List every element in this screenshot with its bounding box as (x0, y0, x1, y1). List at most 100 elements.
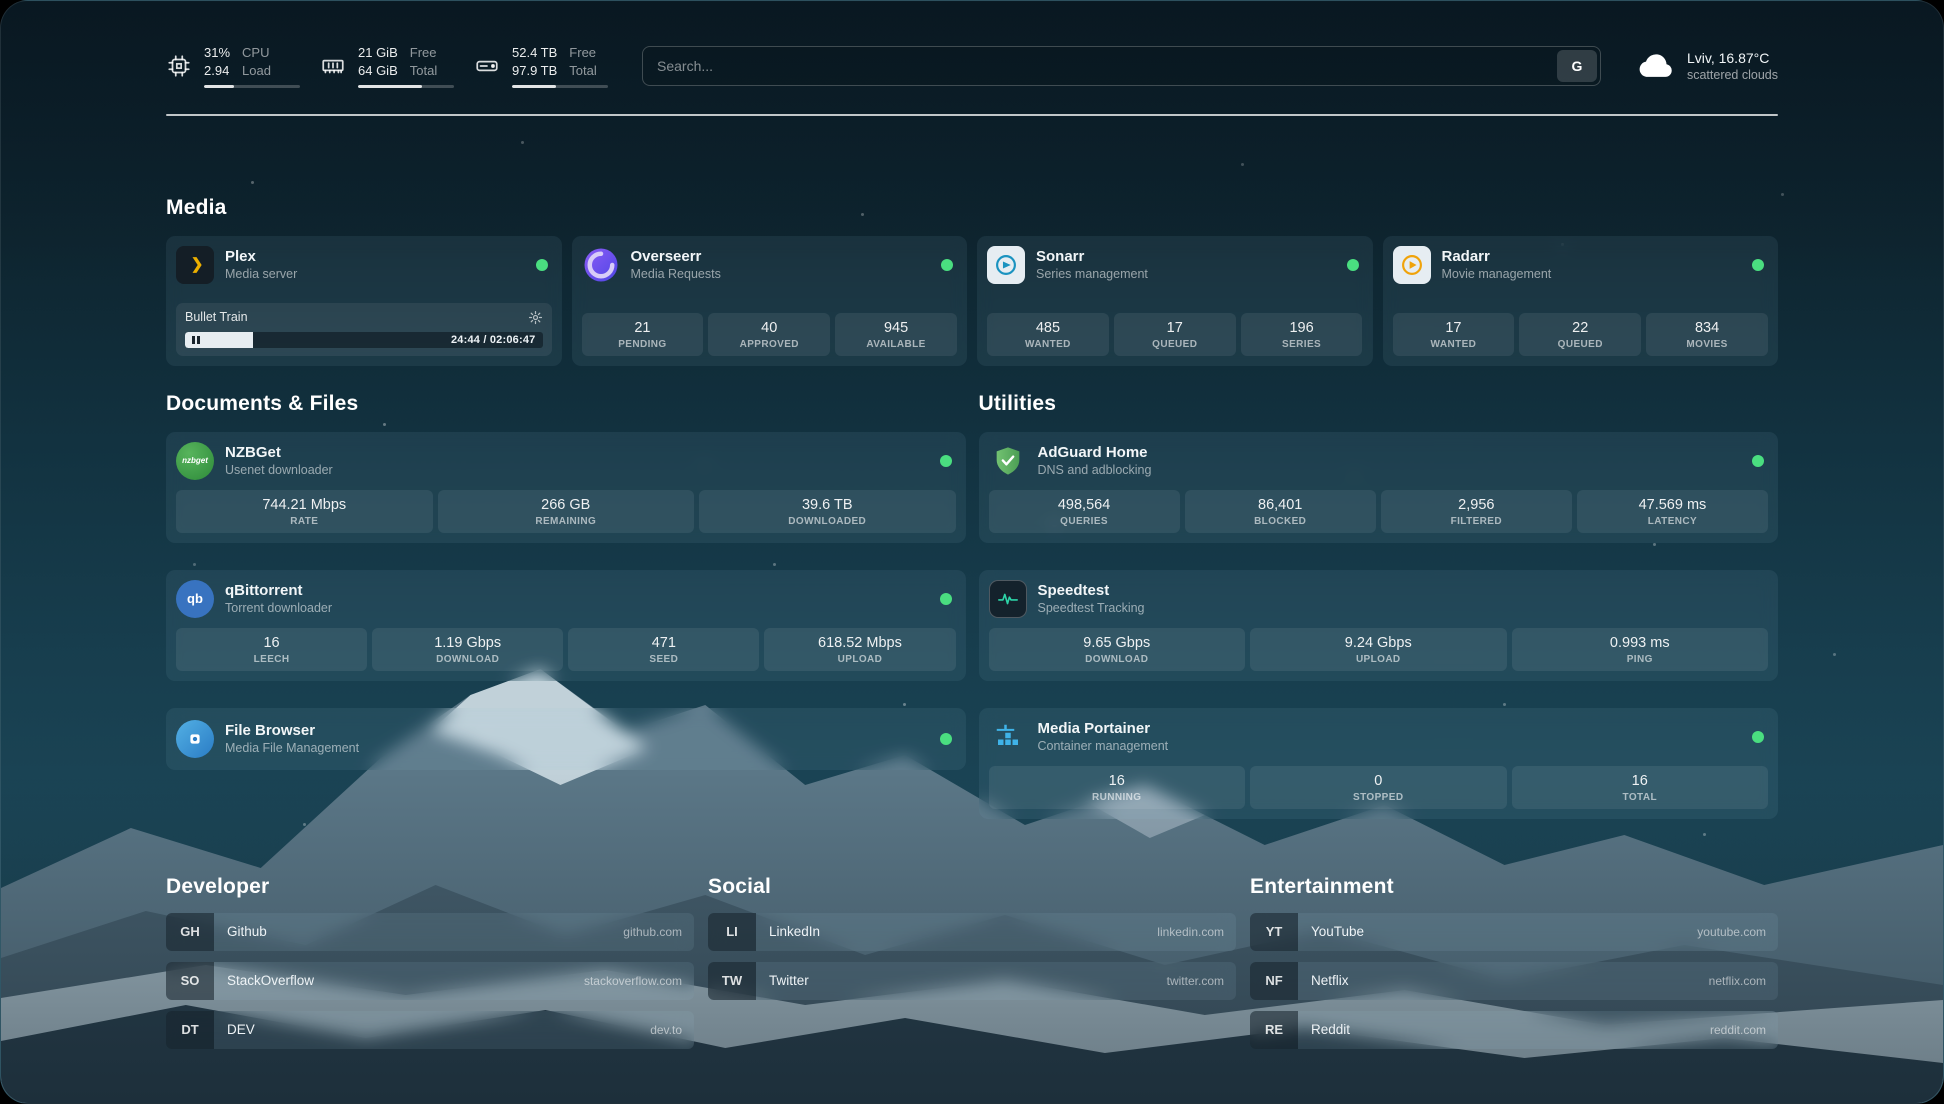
search-input[interactable] (643, 50, 1557, 82)
bookmark-abbr: TW (708, 962, 756, 1000)
service-description: Movie management (1442, 267, 1742, 281)
memory-free-label: Free (410, 45, 437, 61)
bookmark-name: Netflix (1298, 973, 1709, 988)
stat-block: 17 QUEUED (1114, 313, 1236, 356)
stat-block: 2,956 FILTERED (1381, 490, 1572, 533)
stat-label: WANTED (1397, 339, 1511, 350)
memory-free-value: 21 GiB (358, 45, 398, 61)
stat-block: 0 STOPPED (1250, 766, 1507, 809)
stat-label: FILTERED (1385, 516, 1568, 527)
portainer-icon (989, 718, 1027, 756)
pause-icon[interactable] (192, 336, 200, 344)
stat-block: 47.569 ms LATENCY (1577, 490, 1768, 533)
section-title-documents: Documents & Files (166, 392, 966, 416)
stat-block: 1.19 Gbps DOWNLOAD (372, 628, 563, 671)
stat-value: 16 (993, 773, 1242, 789)
service-description: Container management (1038, 739, 1742, 753)
overseerr-icon (582, 246, 620, 284)
service-description: Media File Management (225, 741, 929, 755)
service-card-portainer[interactable]: Media Portainer Container management 16 … (979, 708, 1779, 819)
top-bar: 31% 2.94 CPU Load (166, 45, 1778, 88)
stat-label: QUEUED (1523, 339, 1637, 350)
cpu-usage-label: CPU (242, 45, 271, 61)
section-title-utilities: Utilities (979, 392, 1779, 416)
stat-block: 40 APPROVED (708, 313, 830, 356)
service-card-qbittorrent[interactable]: qb qBittorrent Torrent downloader 16 (166, 570, 966, 681)
status-dot (536, 259, 548, 271)
stat-label: STOPPED (1254, 792, 1503, 803)
bookmark-abbr: SO (166, 962, 214, 1000)
cpu-usage-bar (204, 85, 300, 88)
stat-label: PENDING (586, 339, 700, 350)
resource-widget-cpu: 31% 2.94 CPU Load (166, 45, 300, 88)
bookmark-twitter[interactable]: TW Twitter twitter.com (708, 962, 1236, 1000)
search-bar[interactable]: G (642, 46, 1601, 86)
bookmark-abbr: LI (708, 913, 756, 951)
now-playing-title: Bullet Train (185, 310, 248, 324)
search-provider-button[interactable]: G (1557, 50, 1597, 82)
status-dot (1752, 731, 1764, 743)
stat-value: 945 (839, 320, 953, 336)
stat-block: 16 RUNNING (989, 766, 1246, 809)
service-card-filebrowser[interactable]: File Browser Media File Management (166, 708, 966, 770)
memory-icon (320, 53, 346, 79)
bookmark-dev[interactable]: DT DEV dev.to (166, 1011, 694, 1049)
stat-value: 2,956 (1385, 497, 1568, 513)
service-card-adguard[interactable]: AdGuard Home DNS and adblocking 498,564 … (979, 432, 1779, 543)
stat-value: 39.6 TB (703, 497, 952, 513)
section-documents: Documents & Files nzbget NZBGet Usenet d… (166, 392, 966, 819)
service-name: NZBGet (225, 444, 929, 461)
stat-block: 196 SERIES (1241, 313, 1363, 356)
stat-value: 0 (1254, 773, 1503, 789)
service-card-speedtest[interactable]: Speedtest Speedtest Tracking 9.65 Gbps D… (979, 570, 1779, 681)
stat-label: QUERIES (993, 516, 1176, 527)
dashboard-window: 31% 2.94 CPU Load (0, 0, 1944, 1104)
stat-block: 485 WANTED (987, 313, 1109, 356)
section-media: Media Plex Media server (166, 196, 1778, 366)
disk-usage-bar (512, 85, 608, 88)
bookmark-url: dev.to (650, 1023, 694, 1037)
section-title-developer: Developer (166, 875, 694, 899)
nzbget-icon: nzbget (176, 442, 214, 480)
bookmark-stackoverflow[interactable]: SO StackOverflow stackoverflow.com (166, 962, 694, 1000)
service-card-nzbget[interactable]: nzbget NZBGet Usenet downloader 744.21 M… (166, 432, 966, 543)
service-card-plex[interactable]: Plex Media server Bullet Train (166, 236, 562, 366)
status-dot (940, 455, 952, 467)
stat-value: 40 (712, 320, 826, 336)
section-title-media: Media (166, 196, 1778, 220)
bookmark-abbr: RE (1250, 1011, 1298, 1049)
stat-block: 21 PENDING (582, 313, 704, 356)
bookmark-youtube[interactable]: YT YouTube youtube.com (1250, 913, 1778, 951)
service-card-sonarr[interactable]: Sonarr Series management 485 WANTED 17 Q… (977, 236, 1373, 366)
bookmark-name: Reddit (1298, 1022, 1710, 1037)
bookmark-github[interactable]: GH Github github.com (166, 913, 694, 951)
stat-label: APPROVED (712, 339, 826, 350)
disk-total-value: 97.9 TB (512, 63, 557, 79)
stat-label: SEED (572, 654, 755, 665)
bookmark-linkedin[interactable]: LI LinkedIn linkedin.com (708, 913, 1236, 951)
gear-icon[interactable] (528, 310, 543, 325)
stat-value: 485 (991, 320, 1105, 336)
stat-label: REMAINING (442, 516, 691, 527)
bookmark-reddit[interactable]: RE Reddit reddit.com (1250, 1011, 1778, 1049)
resource-widget-disk: 52.4 TB 97.9 TB Free Total (474, 45, 608, 88)
stat-value: 196 (1245, 320, 1359, 336)
service-description: Series management (1036, 267, 1336, 281)
stat-label: BLOCKED (1189, 516, 1372, 527)
stat-block: 834 MOVIES (1646, 313, 1768, 356)
section-title-social: Social (708, 875, 1236, 899)
stat-value: 9.65 Gbps (993, 635, 1242, 651)
service-description: Torrent downloader (225, 601, 929, 615)
service-card-overseerr[interactable]: Overseerr Media Requests 21 PENDING 40 A… (572, 236, 968, 366)
weather-widget[interactable]: Lviv, 16.87°C scattered clouds (1635, 46, 1778, 86)
section-middle: Documents & Files nzbget NZBGet Usenet d… (166, 392, 1778, 819)
disk-total-label: Total (569, 63, 596, 79)
stat-block: 498,564 QUERIES (989, 490, 1180, 533)
stat-label: RATE (180, 516, 429, 527)
stat-label: UPLOAD (1254, 654, 1503, 665)
bookmark-netflix[interactable]: NF Netflix netflix.com (1250, 962, 1778, 1000)
stat-value: 834 (1650, 320, 1764, 336)
service-card-radarr[interactable]: Radarr Movie management 17 WANTED 22 QUE… (1383, 236, 1779, 366)
stat-label: RUNNING (993, 792, 1242, 803)
playback-progress-bar[interactable]: 24:44 / 02:06:47 (185, 332, 543, 348)
